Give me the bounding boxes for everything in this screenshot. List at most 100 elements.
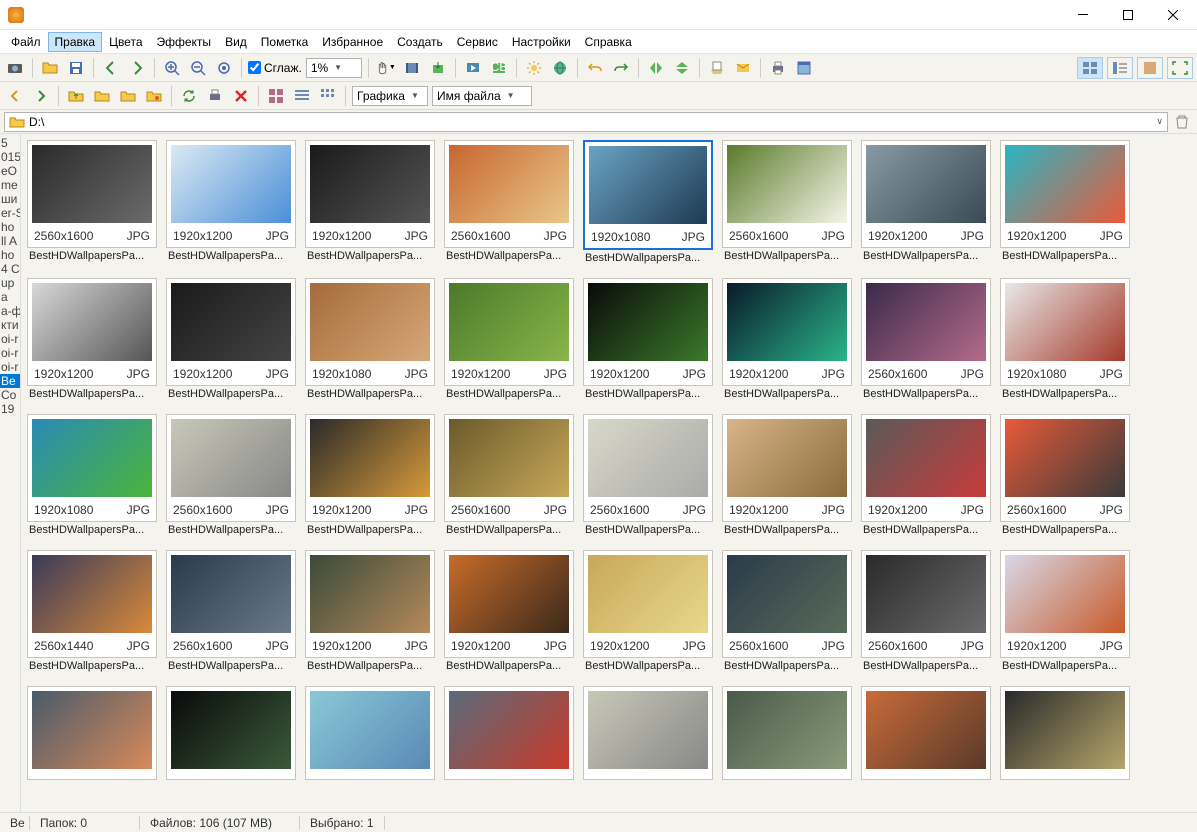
sidebar-item[interactable]: eO — [0, 164, 20, 178]
thumbnail-item[interactable] — [305, 686, 435, 788]
thumbnail-item[interactable]: 2560x1440JPGBestHDWallpapersPa... — [27, 550, 157, 678]
smooth-checkbox[interactable]: Сглаж. — [248, 61, 302, 75]
scanner-icon[interactable] — [706, 57, 728, 79]
thumbnail-item[interactable]: 1920x1200JPGBestHDWallpapersPa... — [166, 140, 296, 270]
sidebar-item[interactable]: up — [0, 276, 20, 290]
menu-правка[interactable]: Правка — [48, 32, 103, 52]
thumbnail-item[interactable]: 1920x1200JPGBestHDWallpapersPa... — [305, 140, 435, 270]
globe-icon[interactable] — [549, 57, 571, 79]
zoom-select[interactable]: 1%▼ — [306, 58, 362, 78]
sidebar-item[interactable]: oi-r — [0, 360, 20, 374]
thumbnail-item[interactable]: 2560x1600JPGBestHDWallpapersPa... — [444, 414, 574, 542]
thumbnail-item[interactable]: 1920x1200JPGBestHDWallpapersPa... — [166, 278, 296, 406]
delete-icon[interactable] — [230, 85, 252, 107]
sidebar-item[interactable]: 5 — [0, 136, 20, 150]
thumbnail-item[interactable]: 1920x1200JPGBestHDWallpapersPa... — [27, 278, 157, 406]
film-icon[interactable] — [401, 57, 423, 79]
thumbnail-item[interactable] — [27, 686, 157, 788]
thumbnail-item[interactable]: 1920x1200JPGBestHDWallpapersPa... — [1000, 140, 1130, 270]
filter-type-select[interactable]: Графика▼ — [352, 86, 428, 106]
sidebar-item[interactable]: Be — [0, 374, 20, 388]
menu-избранное[interactable]: Избранное — [315, 32, 390, 52]
menu-цвета[interactable]: Цвета — [102, 32, 149, 52]
undo-icon[interactable] — [584, 57, 606, 79]
thumbnail-item[interactable]: 1920x1200JPGBestHDWallpapersPa... — [444, 278, 574, 406]
view-list-icon[interactable] — [291, 85, 313, 107]
back-icon[interactable] — [4, 85, 26, 107]
thumbnail-item[interactable]: 1920x1200JPGBestHDWallpapersPa... — [1000, 550, 1130, 678]
view-large-icon[interactable] — [265, 85, 287, 107]
sidebar-item[interactable]: er-S — [0, 206, 20, 220]
close-button[interactable] — [1150, 0, 1195, 29]
save-icon[interactable] — [65, 57, 87, 79]
forward-icon[interactable] — [30, 85, 52, 107]
thumbnail-item[interactable] — [166, 686, 296, 788]
print-icon[interactable] — [767, 57, 789, 79]
folder-home-icon[interactable] — [91, 85, 113, 107]
slideshow-icon[interactable] — [462, 57, 484, 79]
menu-настройки[interactable]: Настройки — [505, 32, 578, 52]
sidebar-item[interactable]: 4 C — [0, 262, 20, 276]
menu-эффекты[interactable]: Эффекты — [150, 32, 219, 52]
thumbnail-item[interactable] — [583, 686, 713, 788]
thumbnail-item[interactable]: 2560x1600JPGBestHDWallpapersPa... — [166, 550, 296, 678]
mail-icon[interactable] — [732, 57, 754, 79]
sort-select[interactable]: Имя файла▼ — [432, 86, 532, 106]
thumbnail-item[interactable]: 1920x1200JPGBestHDWallpapersPa... — [583, 278, 713, 406]
window-icon[interactable] — [793, 57, 815, 79]
thumbnail-item[interactable] — [1000, 686, 1130, 788]
cb-icon[interactable]: CB — [488, 57, 510, 79]
sidebar-item[interactable]: a-ф — [0, 304, 20, 318]
thumbnail-item[interactable]: 1920x1200JPGBestHDWallpapersPa... — [722, 278, 852, 406]
sidebar-item[interactable]: oi-r — [0, 332, 20, 346]
thumbnail-item[interactable]: 1920x1080JPGBestHDWallpapersPa... — [583, 140, 713, 270]
sidebar-item[interactable]: ho — [0, 220, 20, 234]
minimize-button[interactable] — [1060, 0, 1105, 29]
sidebar-item[interactable]: 19 — [0, 402, 20, 416]
menu-пометка[interactable]: Пометка — [254, 32, 316, 52]
thumbnail-pane[interactable]: 2560x1600JPGBestHDWallpapersPa...1920x12… — [21, 134, 1197, 812]
thumbnail-item[interactable]: 2560x1600JPGBestHDWallpapersPa... — [722, 140, 852, 270]
view-details-button[interactable] — [1107, 57, 1133, 79]
sidebar-item[interactable]: ho — [0, 248, 20, 262]
sidebar-item[interactable]: oi-r — [0, 346, 20, 360]
view-single-button[interactable] — [1137, 57, 1163, 79]
refresh-icon[interactable] — [178, 85, 200, 107]
thumbnail-item[interactable]: 2560x1600JPGBestHDWallpapersPa... — [1000, 414, 1130, 542]
thumbnail-item[interactable]: 1920x1200JPGBestHDWallpapersPa... — [861, 414, 991, 542]
menu-создать[interactable]: Создать — [390, 32, 450, 52]
camera-icon[interactable] — [4, 57, 26, 79]
folder-icon[interactable] — [117, 85, 139, 107]
sidebar-item[interactable]: ll A — [0, 234, 20, 248]
thumbnail-item[interactable]: 1920x1200JPGBestHDWallpapersPa... — [861, 140, 991, 270]
thumbnail-item[interactable]: 2560x1600JPGBestHDWallpapersPa... — [166, 414, 296, 542]
print2-icon[interactable] — [204, 85, 226, 107]
thumbnail-item[interactable]: 2560x1600JPGBestHDWallpapersPa... — [861, 278, 991, 406]
view-fullscreen-button[interactable] — [1167, 57, 1193, 79]
thumbnail-item[interactable]: 1920x1200JPGBestHDWallpapersPa... — [305, 550, 435, 678]
thumbnail-item[interactable]: 1920x1080JPGBestHDWallpapersPa... — [1000, 278, 1130, 406]
zoom-out-icon[interactable] — [187, 57, 209, 79]
flip-h-icon[interactable] — [645, 57, 667, 79]
thumbnail-item[interactable]: 1920x1080JPGBestHDWallpapersPa... — [305, 278, 435, 406]
flip-v-icon[interactable] — [671, 57, 693, 79]
thumbnail-item[interactable]: 1920x1200JPGBestHDWallpapersPa... — [722, 414, 852, 542]
sidebar-item[interactable]: кти — [0, 318, 20, 332]
sidebar-item[interactable]: ши — [0, 192, 20, 206]
menu-сервис[interactable]: Сервис — [450, 32, 505, 52]
thumbnail-item[interactable]: 1920x1200JPGBestHDWallpapersPa... — [583, 550, 713, 678]
menu-файл[interactable]: Файл — [4, 32, 48, 52]
view-thumbnails-button[interactable] — [1077, 57, 1103, 79]
sidebar-item[interactable]: 015 — [0, 150, 20, 164]
trash-icon[interactable] — [1171, 111, 1193, 133]
thumbnail-item[interactable]: 2560x1600JPGBestHDWallpapersPa... — [583, 414, 713, 542]
menu-вид[interactable]: Вид — [218, 32, 254, 52]
menu-справка[interactable]: Справка — [578, 32, 639, 52]
export-icon[interactable] — [427, 57, 449, 79]
hand-icon[interactable]: ▼ — [375, 57, 397, 79]
open-icon[interactable] — [39, 57, 61, 79]
path-input[interactable]: D:\ ∨ — [4, 112, 1168, 132]
next-icon[interactable] — [126, 57, 148, 79]
zoom-fit-icon[interactable] — [213, 57, 235, 79]
thumbnail-item[interactable]: 2560x1600JPGBestHDWallpapersPa... — [861, 550, 991, 678]
